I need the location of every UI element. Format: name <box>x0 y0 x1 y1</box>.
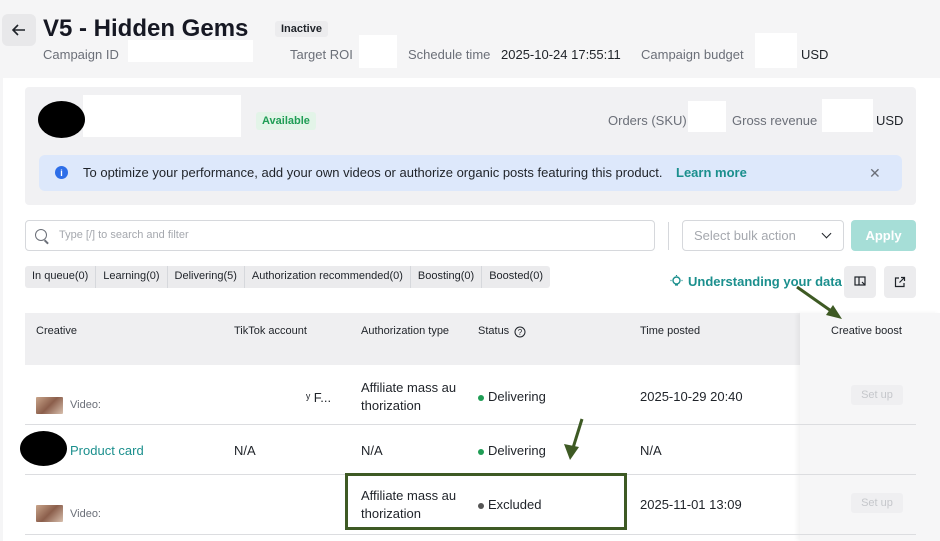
annotation-arrows <box>564 285 842 460</box>
arrow-annotation-icon <box>796 285 842 319</box>
arrow-annotation-icon <box>564 418 584 460</box>
